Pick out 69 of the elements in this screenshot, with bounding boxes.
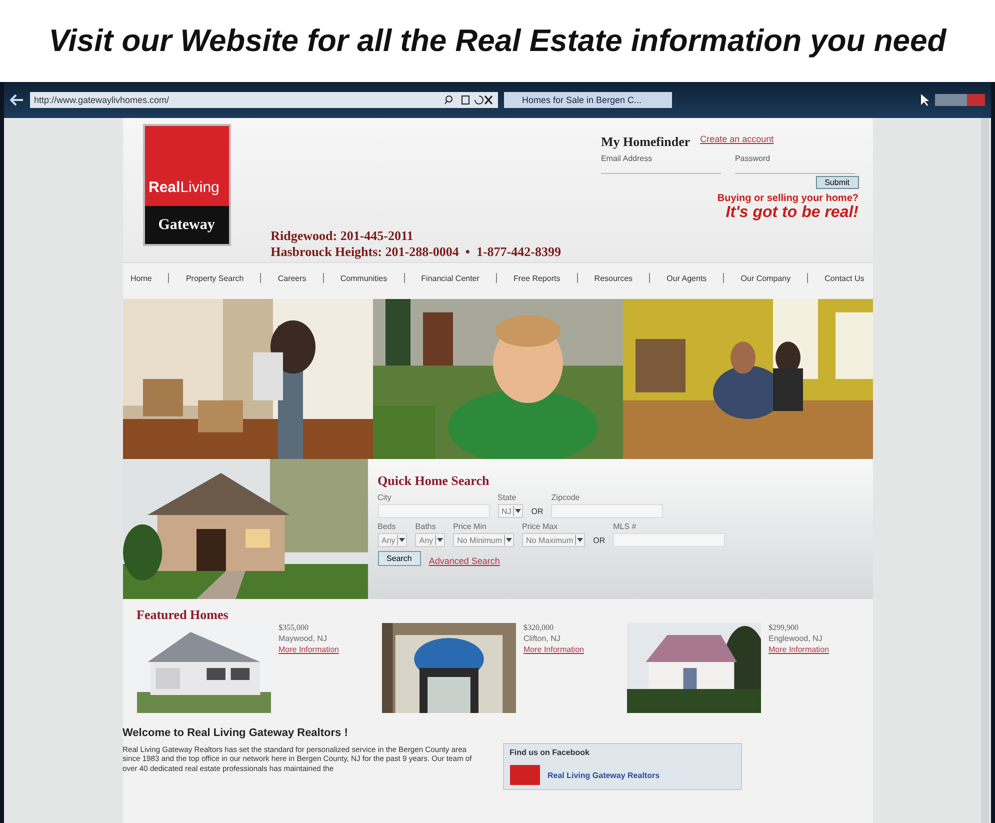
logo-text: RealLiving — [144, 126, 229, 206]
logo-subtext: Gateway — [144, 206, 229, 244]
town: Clifton, NJ — [524, 634, 562, 643]
nav-link[interactable]: Free Reports — [514, 274, 560, 282]
welcome-title: Welcome to Real Living Gateway Realtors ! — [122, 727, 349, 739]
dropdown[interactable]: NJ — [498, 504, 524, 518]
field-label: Zipcode — [551, 493, 581, 502]
dropdown-arrow-icon — [575, 535, 584, 545]
more-info-link[interactable]: More Information — [524, 645, 614, 654]
dropdown-arrow-icon — [397, 535, 406, 545]
password-field[interactable]: Password — [734, 154, 855, 174]
price: $299,900 — [768, 623, 800, 632]
dropdown-arrow-icon — [513, 506, 522, 516]
back-icon[interactable] — [10, 94, 24, 106]
more-info-link[interactable]: More Information — [278, 645, 368, 654]
nav-link[interactable]: Financial Center — [421, 274, 480, 282]
create-account-link[interactable]: Create an account — [700, 134, 774, 150]
nav-link[interactable]: Communities — [340, 274, 388, 282]
address-field[interactable]: http://www.gatewaylivhomes.com/ — [30, 92, 498, 108]
tagline: Buying or selling your home? — [717, 193, 858, 204]
more-info-link[interactable]: More Information — [768, 645, 858, 654]
phone-number: Ridgewood: 201-445-2011 — [270, 228, 414, 244]
submit-button[interactable]: Submit — [816, 176, 858, 189]
address-bar-icons[interactable] — [444, 94, 494, 106]
dropdown-arrow-icon — [435, 535, 444, 545]
section-title: Featured Homes — [136, 607, 230, 623]
input-field[interactable] — [551, 504, 664, 518]
field-label: City — [378, 493, 392, 502]
dropdown[interactable]: No Minimum — [453, 533, 514, 547]
price: $320,000 — [524, 623, 554, 632]
homefinder-title: My Homefinder — [600, 134, 690, 150]
nav-link[interactable]: Resources — [594, 274, 633, 282]
input-field[interactable] — [613, 533, 726, 547]
nav-link[interactable]: Our Company — [740, 274, 791, 282]
phone-number: Hasbrouck Heights: 201-288-0004 • 1-877-442-8399 — [270, 244, 561, 260]
field-label: Price Min — [453, 522, 488, 531]
nav-link[interactable]: Home — [130, 274, 152, 282]
dropdown[interactable]: No Maximum — [522, 533, 586, 547]
search-title: Quick Home Search — [378, 473, 490, 489]
facebook-title: Find us on Facebook — [510, 748, 591, 757]
nav-link[interactable]: Property Search — [186, 274, 244, 282]
caption-title: Visit our Website for all the Real Estate information you need — [48, 22, 948, 60]
facebook-page-link[interactable]: Real Living Gateway Realtors — [548, 770, 660, 780]
town: Maywood, NJ — [278, 634, 328, 643]
scrollbar[interactable] — [981, 118, 989, 823]
or-label: OR — [531, 507, 544, 518]
price: $355,000 — [278, 623, 310, 632]
nav-link[interactable]: Our Agents — [666, 274, 707, 282]
search-button[interactable]: Search — [378, 551, 421, 566]
nav-link[interactable]: Contact Us — [824, 274, 864, 282]
advanced-search-link[interactable]: Advanced Search — [428, 556, 500, 566]
field-label: Baths — [415, 522, 437, 531]
browser-tab[interactable]: Homes for Sale in Bergen C... — [504, 92, 672, 108]
town: Englewood, NJ — [768, 634, 824, 643]
input-field[interactable] — [378, 504, 490, 518]
field-label: MLS # — [613, 522, 638, 531]
field-label: Price Max — [522, 522, 559, 531]
window-controls-icon[interactable] — [935, 94, 985, 106]
dropdown[interactable]: Any — [378, 533, 408, 547]
or-label: OR — [593, 536, 606, 547]
logo-icon — [510, 765, 540, 785]
email-field[interactable]: Email Address — [600, 154, 721, 174]
nav-link[interactable]: Careers — [278, 274, 306, 282]
cursor-icon — [921, 94, 929, 106]
slogan: It's got to be real! — [726, 204, 858, 222]
field-label: Beds — [378, 522, 397, 531]
dropdown[interactable]: Any — [415, 533, 446, 547]
dropdown-arrow-icon — [504, 535, 513, 545]
field-label: State — [498, 493, 518, 502]
